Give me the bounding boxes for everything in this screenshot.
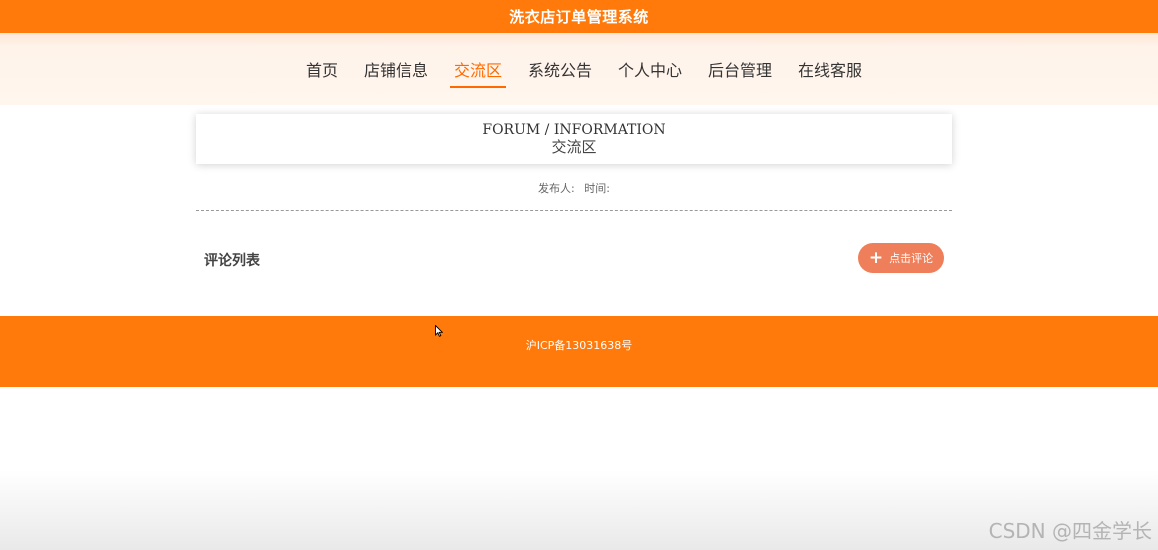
nav-item-announcements[interactable]: 系统公告 xyxy=(524,53,596,85)
nav-list: 首页 店铺信息 交流区 系统公告 个人中心 后台管理 在线客服 xyxy=(293,53,875,88)
mouse-cursor-icon xyxy=(435,325,443,337)
nav-item-online-service[interactable]: 在线客服 xyxy=(794,53,866,85)
comment-list-heading: 评论列表 xyxy=(204,253,260,269)
page-title-en: FORUM / INFORMATION xyxy=(482,122,666,138)
watermark: CSDN @四金学长 xyxy=(988,519,1152,543)
nav-item-forum[interactable]: 交流区 xyxy=(449,53,506,88)
nav-bar: 首页 店铺信息 交流区 系统公告 个人中心 后台管理 在线客服 xyxy=(0,33,1158,105)
nav-item-personal-center[interactable]: 个人中心 xyxy=(614,53,686,85)
nav-item-admin[interactable]: 后台管理 xyxy=(704,53,776,85)
add-comment-label: 点击评论 xyxy=(889,252,934,265)
time-label: 时间: xyxy=(584,182,610,195)
top-banner: 洗衣店订单管理系统 xyxy=(0,0,1158,33)
page-title-box: FORUM / INFORMATION 交流区 xyxy=(196,114,952,164)
footer: 沪ICP备13031638号 xyxy=(0,316,1158,387)
site-title: 洗衣店订单管理系统 xyxy=(509,8,649,26)
post-meta: 发布人: 时间: xyxy=(196,180,952,196)
bottom-fade xyxy=(0,470,1158,550)
plus-icon: + xyxy=(868,247,884,268)
icp-record: 沪ICP备13031638号 xyxy=(525,339,633,352)
nav-item-home[interactable]: 首页 xyxy=(302,53,342,85)
nav-item-store-info[interactable]: 店铺信息 xyxy=(360,53,432,85)
divider xyxy=(196,210,952,211)
add-comment-button[interactable]: + 点击评论 xyxy=(858,243,944,273)
publisher-label: 发布人: xyxy=(538,182,575,195)
page-title-cn: 交流区 xyxy=(551,138,597,156)
